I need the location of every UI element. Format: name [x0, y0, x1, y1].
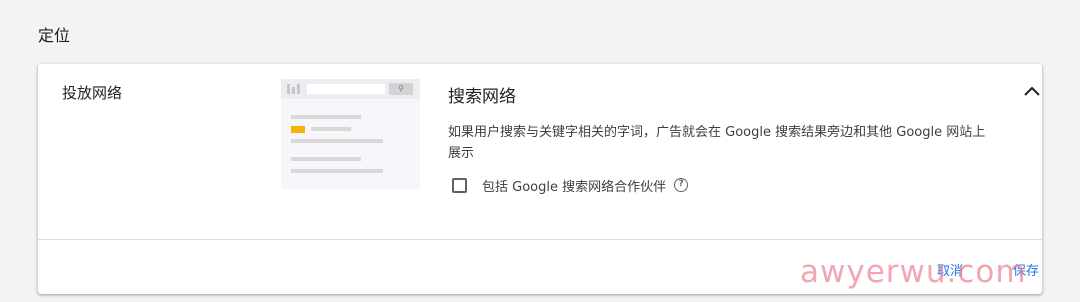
search-network-illustration: ⚲ [281, 79, 420, 189]
partners-checkbox-label[interactable]: 包括 Google 搜索网络合作伙伴 [482, 176, 666, 195]
illustration-logo [287, 84, 303, 94]
section-title: 定位 [38, 26, 71, 45]
chevron-up-icon [1024, 86, 1040, 96]
illustration-search-box [307, 84, 385, 94]
illustration-line [291, 169, 383, 173]
search-icon: ⚲ [398, 84, 404, 93]
content-description: 如果用户搜索与关键字相关的字词，广告就会在 Google 搜索结果旁边和其他 G… [448, 125, 986, 161]
divider [38, 239, 1042, 240]
collapse-button[interactable] [1020, 80, 1044, 104]
help-icon[interactable]: ? [674, 178, 689, 192]
network-card: 投放网络 ⚲ 搜索网络 如果用户搜索与关键字相关的字词，广告就会在 Google… [38, 64, 1042, 294]
cancel-button[interactable]: 取消 [937, 260, 963, 279]
partners-checkbox[interactable] [452, 177, 467, 193]
illustration-line [291, 115, 361, 119]
content-title: 搜索网络 [448, 87, 516, 107]
illustration-line [291, 139, 383, 143]
card-label: 投放网络 [62, 84, 123, 102]
illustration-line [311, 127, 351, 131]
illustration-line [291, 157, 361, 161]
illustration-ad-badge [291, 126, 305, 133]
partners-checkbox-row[interactable]: 包括 Google 搜索网络合作伙伴 ? [452, 174, 689, 196]
save-button[interactable]: 保存 [1013, 260, 1039, 279]
